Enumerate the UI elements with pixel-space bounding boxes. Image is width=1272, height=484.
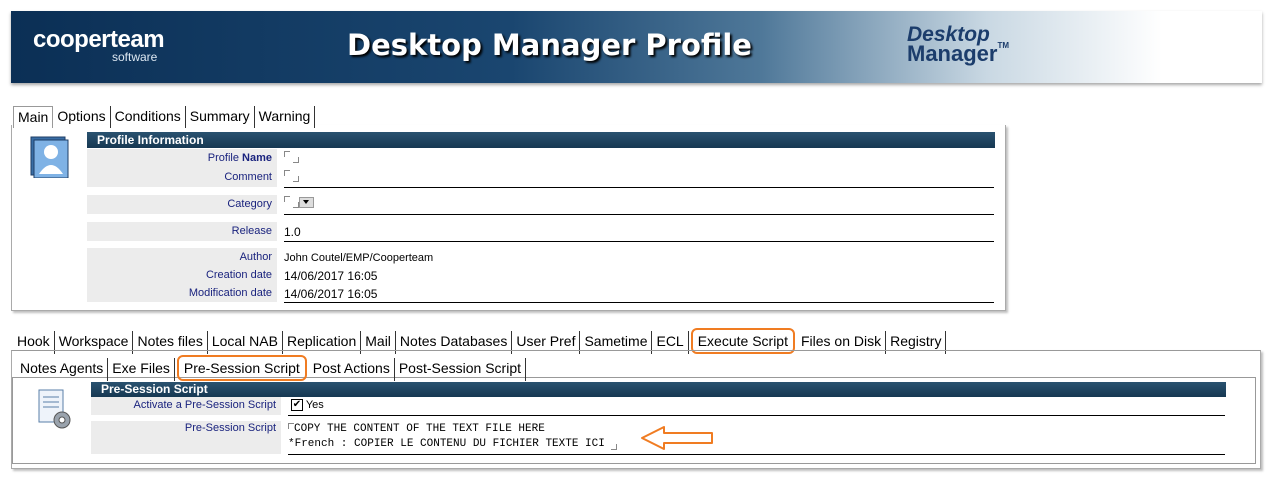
script-line-2: *French : COPIER LE CONTENU DU FICHIER T… xyxy=(288,438,605,450)
profile-info-header: Profile Information xyxy=(87,132,995,148)
divider xyxy=(284,214,994,215)
script-label: Pre-Session Script xyxy=(184,422,276,434)
divider xyxy=(288,454,1225,455)
category-field[interactable] xyxy=(284,196,315,208)
divider xyxy=(284,241,994,242)
tab-post-session-script[interactable]: Post-Session Script xyxy=(395,358,527,381)
profile-name-label: Profile Name xyxy=(208,152,272,164)
profile-name-label-prefix: Profile xyxy=(207,152,243,164)
tab-exe-files[interactable]: Exe Files xyxy=(108,358,175,381)
profile-name-field[interactable] xyxy=(284,151,300,163)
creation-date-label: Creation date xyxy=(205,269,272,281)
script-line-1: COPY THE CONTENT OF THE TEXT FILE HERE xyxy=(294,423,545,435)
comment-field[interactable] xyxy=(284,170,300,182)
release-value: 1.0 xyxy=(284,225,301,239)
tab-post-actions[interactable]: Post Actions xyxy=(309,358,395,381)
profile-icon xyxy=(30,136,69,178)
release-label: Release xyxy=(231,225,272,237)
activate-value: Yes xyxy=(305,399,324,411)
author-label: Author xyxy=(239,251,272,263)
dropdown-arrow-icon[interactable] xyxy=(299,196,315,208)
activate-label: Activate a Pre-Session Script xyxy=(133,399,276,411)
pre-session-header: Pre-Session Script xyxy=(91,382,1226,397)
profile-name-label-bold: Name xyxy=(242,152,272,164)
script-icon xyxy=(38,389,71,429)
checkmark-icon: ✔ xyxy=(291,399,303,412)
activate-checkbox[interactable]: ✔ Yes xyxy=(291,399,324,412)
dm-logo-tm: TM xyxy=(997,41,1010,50)
desktop-manager-logo-line2: ManagerTM xyxy=(907,41,1009,67)
header-banner: cooperteam software Desktop Manager Prof… xyxy=(11,11,1262,83)
category-label: Category xyxy=(227,198,272,210)
divider xyxy=(288,415,1225,416)
dm-logo-text: Manager xyxy=(907,41,998,66)
comment-label: Comment xyxy=(224,171,272,183)
tab-pre-session-script[interactable]: Pre-Session Script xyxy=(176,355,307,381)
script-textarea[interactable]: COPY THE CONTENT OF THE TEXT FILE HERE *… xyxy=(288,423,618,450)
sub-tab-bar: Notes Agents Exe Files Pre-Session Scrip… xyxy=(16,355,527,381)
modification-date-value: 14/06/2017 16:05 xyxy=(284,287,378,301)
author-value: John Coutel/EMP/Cooperteam xyxy=(284,252,434,264)
divider xyxy=(284,302,994,303)
cooperteam-logo-sub: software xyxy=(112,50,158,64)
page-title: Desktop Manager Profile xyxy=(347,28,752,62)
orange-arrow-icon xyxy=(641,426,713,450)
modification-date-label: Modification date xyxy=(188,287,272,299)
creation-date-value: 14/06/2017 16:05 xyxy=(284,269,378,283)
tab-notes-agents[interactable]: Notes Agents xyxy=(16,358,109,381)
divider xyxy=(284,187,994,188)
